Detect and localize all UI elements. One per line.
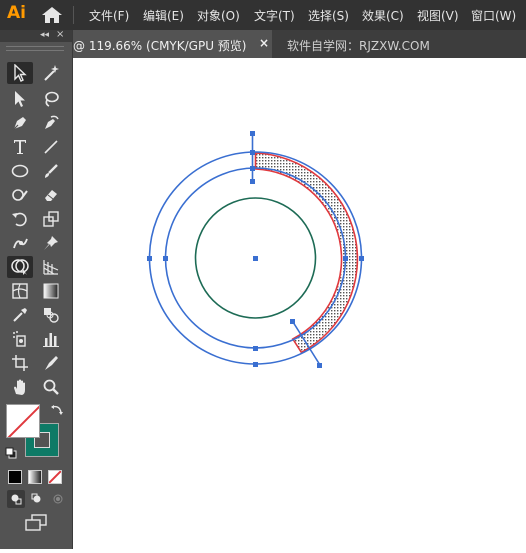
eraser-icon (42, 186, 60, 204)
shape-builder-tool[interactable] (7, 256, 33, 278)
symbol-sprayer-tool[interactable] (7, 328, 33, 350)
blend-tool[interactable] (38, 304, 64, 326)
shaper-tool[interactable] (7, 184, 33, 206)
zoom-tool[interactable] (38, 376, 64, 398)
document-tab-bar: @ 119.66% (CMYK/GPU 预览) × 软件自学网：RJZXW.CO… (73, 30, 526, 58)
menu-view[interactable]: 视图(V) (417, 7, 459, 24)
mesh-tool[interactable] (7, 280, 33, 302)
slice-tool[interactable] (38, 352, 64, 374)
menu-file[interactable]: 文件(F) (89, 7, 129, 24)
ellipse-icon (11, 163, 29, 179)
eyedropper-icon (11, 306, 29, 324)
document-tab-active[interactable]: @ 119.66% (CMYK/GPU 预览) × (73, 30, 272, 58)
menu-separator (73, 6, 74, 24)
direct-selection-icon (12, 90, 28, 108)
fill-swatch[interactable] (6, 404, 40, 438)
line-tool[interactable] (38, 136, 64, 158)
curvature-tool[interactable] (38, 112, 64, 134)
panel-grip[interactable] (6, 46, 64, 51)
gradient-mode-button[interactable] (28, 470, 42, 484)
app-logo: Ai (7, 3, 26, 23)
paintbrush-icon (42, 162, 60, 180)
swap-colors-icon[interactable] (50, 402, 64, 421)
magic-wand-icon (42, 64, 60, 82)
draw-behind-button[interactable] (28, 490, 46, 508)
curvature-icon (42, 114, 60, 132)
type-tool[interactable] (7, 136, 33, 158)
selection-tool[interactable] (7, 62, 33, 84)
perspective-grid-icon (42, 258, 60, 276)
default-colors-icon[interactable] (5, 444, 17, 463)
close-tab-icon[interactable]: × (259, 36, 269, 50)
artboard-icon (11, 354, 29, 372)
tools-panel-header: ◂◂ × (0, 29, 72, 42)
menu-window[interactable]: 窗口(W) (471, 7, 516, 24)
draw-normal-button[interactable] (7, 490, 25, 508)
zoom-icon (42, 378, 60, 396)
menu-bar: Ai 文件(F) 编辑(E) 对象(O) 文字(T) 选择(S) 效果(C) 视… (0, 0, 526, 30)
blend-icon (42, 306, 60, 324)
artwork (147, 131, 364, 368)
slice-icon (42, 354, 60, 372)
collapse-panel-icon[interactable]: ◂◂ (40, 30, 49, 40)
tools-panel: ◂◂ × (0, 29, 73, 549)
color-mode-button[interactable] (8, 470, 22, 484)
eyedropper-tool[interactable] (7, 304, 33, 326)
pen-icon (11, 114, 29, 132)
rotate-tool[interactable] (7, 208, 33, 230)
lasso-tool[interactable] (38, 88, 64, 110)
document-tab-second[interactable]: 软件自学网：RJZXW.COM (287, 37, 430, 54)
artboard-canvas[interactable] (73, 58, 526, 549)
rotate-icon (11, 210, 29, 228)
gradient-icon (42, 282, 60, 300)
artboard-tool[interactable] (7, 352, 33, 374)
hand-icon (11, 378, 29, 396)
hand-tool[interactable] (7, 376, 33, 398)
scale-tool[interactable] (38, 208, 64, 230)
pen-tool[interactable] (7, 112, 33, 134)
menu-object[interactable]: 对象(O) (197, 7, 240, 24)
pin-icon (42, 234, 60, 252)
shape-builder-icon (10, 258, 30, 276)
draw-inside-button[interactable] (49, 490, 67, 508)
shaper-icon (11, 186, 29, 204)
menu-edit[interactable]: 编辑(E) (143, 7, 184, 24)
type-icon (12, 138, 28, 156)
pin-tool[interactable] (38, 232, 64, 254)
lasso-icon (42, 90, 60, 108)
menu-effect[interactable]: 效果(C) (362, 7, 404, 24)
puppet-warp-icon (11, 234, 29, 252)
gradient-tool[interactable] (38, 280, 64, 302)
magic-wand-tool[interactable] (38, 62, 64, 84)
home-icon[interactable] (41, 6, 63, 28)
symbol-sprayer-icon (11, 330, 29, 348)
menu-type[interactable]: 文字(T) (254, 7, 295, 24)
document-tab-title: @ 119.66% (CMYK/GPU 预览) (73, 39, 247, 53)
ellipse-tool[interactable] (7, 160, 33, 182)
perspective-grid-tool[interactable] (38, 256, 64, 278)
screen-mode-icon[interactable] (24, 514, 48, 536)
mesh-icon (11, 282, 29, 300)
column-graph-icon (42, 330, 60, 348)
selection-arrow-icon (12, 64, 28, 82)
direct-selection-tool[interactable] (7, 88, 33, 110)
paintbrush-tool[interactable] (38, 160, 64, 182)
menu-select[interactable]: 选择(S) (308, 7, 349, 24)
none-mode-button[interactable] (48, 470, 62, 484)
eraser-tool[interactable] (38, 184, 64, 206)
close-panel-icon[interactable]: × (56, 29, 64, 40)
scale-icon (42, 210, 60, 228)
column-graph-tool[interactable] (38, 328, 64, 350)
puppet-warp-tool[interactable] (7, 232, 33, 254)
line-icon (42, 138, 60, 156)
